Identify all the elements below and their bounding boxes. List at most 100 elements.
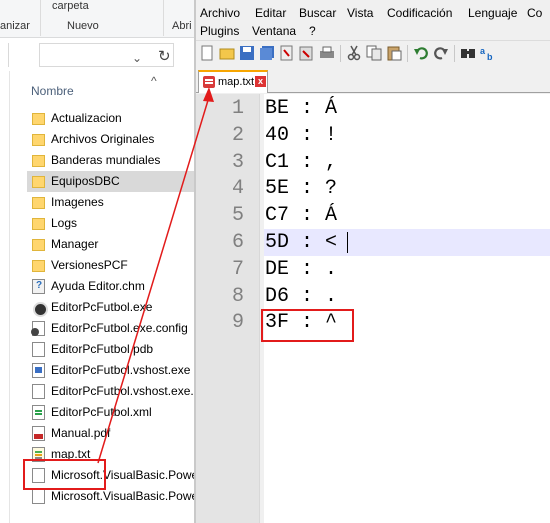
line-text[interactable]: D6 : . bbox=[265, 285, 337, 308]
file-modified-icon bbox=[203, 76, 215, 88]
paste-icon[interactable] bbox=[386, 45, 402, 61]
file-row[interactable]: EquiposDBC bbox=[27, 171, 194, 192]
file-name: EditorPcFutbol.exe.config bbox=[51, 321, 188, 335]
svg-text:b: b bbox=[487, 52, 493, 61]
file-name: Manual.pdf bbox=[51, 426, 111, 440]
explorer-ribbon: carpeta anizar Nuevo Abri bbox=[0, 0, 194, 38]
vsh-file-icon bbox=[32, 363, 45, 378]
editor-line[interactable]: 7 DE : . bbox=[196, 256, 550, 283]
print-icon[interactable] bbox=[319, 45, 335, 61]
file-row[interactable]: EditorPcFutbol.pdb bbox=[27, 339, 194, 360]
find-icon[interactable] bbox=[460, 45, 476, 61]
column-header-name[interactable]: Nombre ^ bbox=[22, 74, 194, 102]
menu-plugins[interactable]: Plugins bbox=[200, 24, 239, 38]
menu-editar[interactable]: Editar bbox=[255, 6, 286, 20]
ribbon-organizar-label[interactable]: anizar bbox=[0, 20, 30, 32]
file-row[interactable]: EditorPcFutbol.xml bbox=[27, 402, 194, 423]
new-file-icon[interactable] bbox=[199, 45, 215, 61]
line-number: 5 bbox=[231, 204, 244, 228]
menu-lenguaje[interactable]: Lenguaje bbox=[468, 6, 517, 20]
ribbon-abrir-label[interactable]: Abri bbox=[172, 20, 192, 32]
file-row[interactable]: Ayuda Editor.chm bbox=[27, 276, 194, 297]
line-text[interactable]: 5E : ? bbox=[265, 177, 337, 200]
file-row[interactable]: Manual.pdf bbox=[27, 423, 194, 444]
file-name: EditorPcFutbol.xml bbox=[51, 405, 152, 419]
line-text[interactable]: 40 : ! bbox=[265, 124, 337, 147]
ribbon-separator bbox=[163, 0, 164, 36]
file-name: Manager bbox=[51, 237, 99, 251]
file-row[interactable]: VersionesPCF bbox=[27, 255, 194, 276]
editor-line[interactable]: 2 40 : ! bbox=[196, 122, 550, 149]
file-name: VersionesPCF bbox=[51, 258, 128, 272]
file-row[interactable]: EditorPcFutbol.vshost.exe. bbox=[27, 381, 194, 402]
file-list: Actualizacion Archivos Originales Banderas… bbox=[27, 108, 194, 507]
menu-ventana[interactable]: Ventana bbox=[252, 24, 296, 38]
toolbar: ab bbox=[196, 40, 550, 66]
file-row[interactable]: Manager bbox=[27, 234, 194, 255]
save-icon[interactable] bbox=[239, 45, 255, 61]
file-row[interactable]: Imagenes bbox=[27, 192, 194, 213]
file-row[interactable]: Logs bbox=[27, 213, 194, 234]
editor-line[interactable]: 6 5D : < bbox=[196, 229, 550, 256]
pdf-file-icon bbox=[32, 426, 45, 441]
open-file-icon[interactable] bbox=[219, 45, 235, 61]
menu-buscar[interactable]: Buscar bbox=[299, 6, 336, 20]
navigation-pane[interactable] bbox=[0, 71, 10, 523]
folder-icon bbox=[32, 218, 45, 230]
editor-line[interactable]: 9 3F : ^ bbox=[196, 309, 550, 336]
save-all-icon[interactable] bbox=[259, 45, 275, 61]
folder-icon bbox=[32, 155, 45, 167]
ribbon-carpeta-label[interactable]: carpeta bbox=[52, 0, 89, 12]
highlight-box-map-file bbox=[23, 459, 106, 490]
editor-line[interactable]: 4 5E : ? bbox=[196, 175, 550, 202]
undo-icon[interactable] bbox=[413, 45, 429, 61]
editor-line[interactable]: 8 D6 : . bbox=[196, 283, 550, 310]
menu-vista[interactable]: Vista bbox=[347, 6, 373, 20]
line-number: 9 bbox=[231, 311, 244, 335]
editor-line[interactable]: 1 BE : Á bbox=[196, 95, 550, 122]
file-name: EditorPcFutbol.exe bbox=[51, 300, 153, 314]
highlight-box-line-9 bbox=[261, 309, 354, 342]
line-number: 6 bbox=[231, 231, 244, 254]
line-number: 7 bbox=[231, 257, 244, 281]
line-text[interactable]: C1 : , bbox=[265, 151, 337, 174]
file-row[interactable]: EditorPcFutbol.vshost.exe bbox=[27, 360, 194, 381]
redo-icon[interactable] bbox=[433, 45, 449, 61]
file-row[interactable]: EditorPcFutbol.exe.config bbox=[27, 318, 194, 339]
text-editor[interactable]: 1 BE : Á 2 40 : ! 3 C1 : , 4 5E : ? 5 C7 : Á 6 5D :… bbox=[196, 94, 550, 523]
menu-archivo[interactable]: Archivo bbox=[200, 6, 240, 20]
close-all-icon[interactable] bbox=[299, 45, 315, 61]
line-text[interactable]: 5D : < bbox=[265, 231, 337, 254]
menu-help[interactable]: ? bbox=[309, 24, 316, 38]
line-number: 1 bbox=[231, 97, 244, 120]
file-row[interactable]: Banderas mundiales bbox=[27, 150, 194, 171]
close-icon[interactable]: x bbox=[255, 76, 266, 87]
line-text[interactable]: DE : . bbox=[265, 258, 337, 281]
editor-line[interactable]: 5 C7 : Á bbox=[196, 202, 550, 229]
line-text[interactable]: BE : Á bbox=[265, 97, 337, 120]
folder-icon bbox=[32, 176, 45, 188]
address-bar[interactable]: ⌄ ↻ bbox=[39, 43, 174, 67]
file-name: Actualizacion bbox=[51, 111, 122, 125]
line-text[interactable]: C7 : Á bbox=[265, 204, 337, 227]
file-name: EditorPcFutbol.vshost.exe bbox=[51, 363, 191, 377]
toolbar-separator bbox=[340, 45, 341, 62]
menu-configuracion[interactable]: Co bbox=[527, 6, 542, 20]
copy-icon[interactable] bbox=[366, 45, 382, 61]
file-name: EditorPcFutbol.pdb bbox=[51, 342, 154, 356]
editor-line[interactable]: 3 C1 : , bbox=[196, 149, 550, 176]
tab-map-txt[interactable]: map.txt x bbox=[198, 70, 268, 93]
replace-icon[interactable]: ab bbox=[480, 45, 496, 61]
svg-text:a: a bbox=[480, 46, 486, 56]
cut-icon[interactable] bbox=[346, 45, 362, 61]
toolbar-separator bbox=[454, 45, 455, 62]
menu-codificacion[interactable]: Codificación bbox=[387, 6, 452, 20]
chevron-down-icon[interactable]: ⌄ bbox=[132, 51, 142, 65]
line-number: 3 bbox=[231, 150, 244, 174]
close-file-icon[interactable] bbox=[279, 45, 295, 61]
refresh-icon[interactable]: ↻ bbox=[158, 47, 171, 65]
file-row[interactable]: Actualizacion bbox=[27, 108, 194, 129]
ribbon-nuevo-label[interactable]: Nuevo bbox=[67, 20, 99, 32]
file-row[interactable]: EditorPcFutbol.exe bbox=[27, 297, 194, 318]
file-row[interactable]: Archivos Originales bbox=[27, 129, 194, 150]
